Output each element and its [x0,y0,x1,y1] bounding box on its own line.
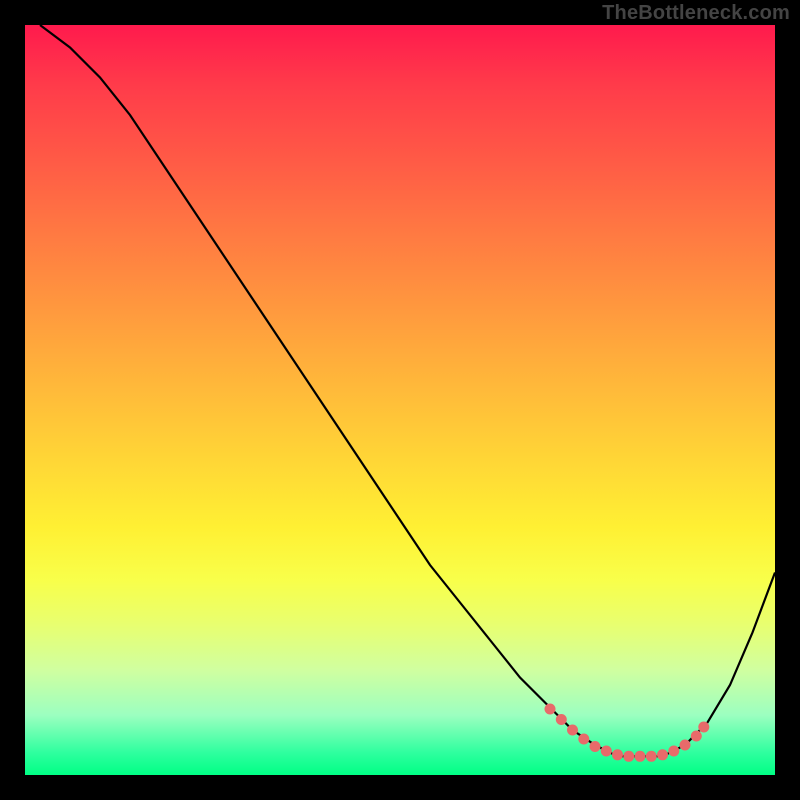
marker-dot [691,731,702,742]
marker-dot [668,746,679,757]
marker-dot [578,734,589,745]
marker-dot [556,714,567,725]
plot-area [25,25,775,775]
marker-dot [646,751,657,762]
marker-dot [657,749,668,760]
marker-dot [680,740,691,751]
marker-dot [567,725,578,736]
optimal-range-markers [545,704,710,762]
marker-dot [545,704,556,715]
bottleneck-curve [40,25,775,756]
marker-dot [612,749,623,760]
marker-dot [623,751,634,762]
marker-dot [590,741,601,752]
marker-dot [635,751,646,762]
chart-svg [25,25,775,775]
marker-dot [698,722,709,733]
chart-container: TheBottleneck.com [0,0,800,800]
marker-dot [601,746,612,757]
attribution-label: TheBottleneck.com [602,2,790,25]
